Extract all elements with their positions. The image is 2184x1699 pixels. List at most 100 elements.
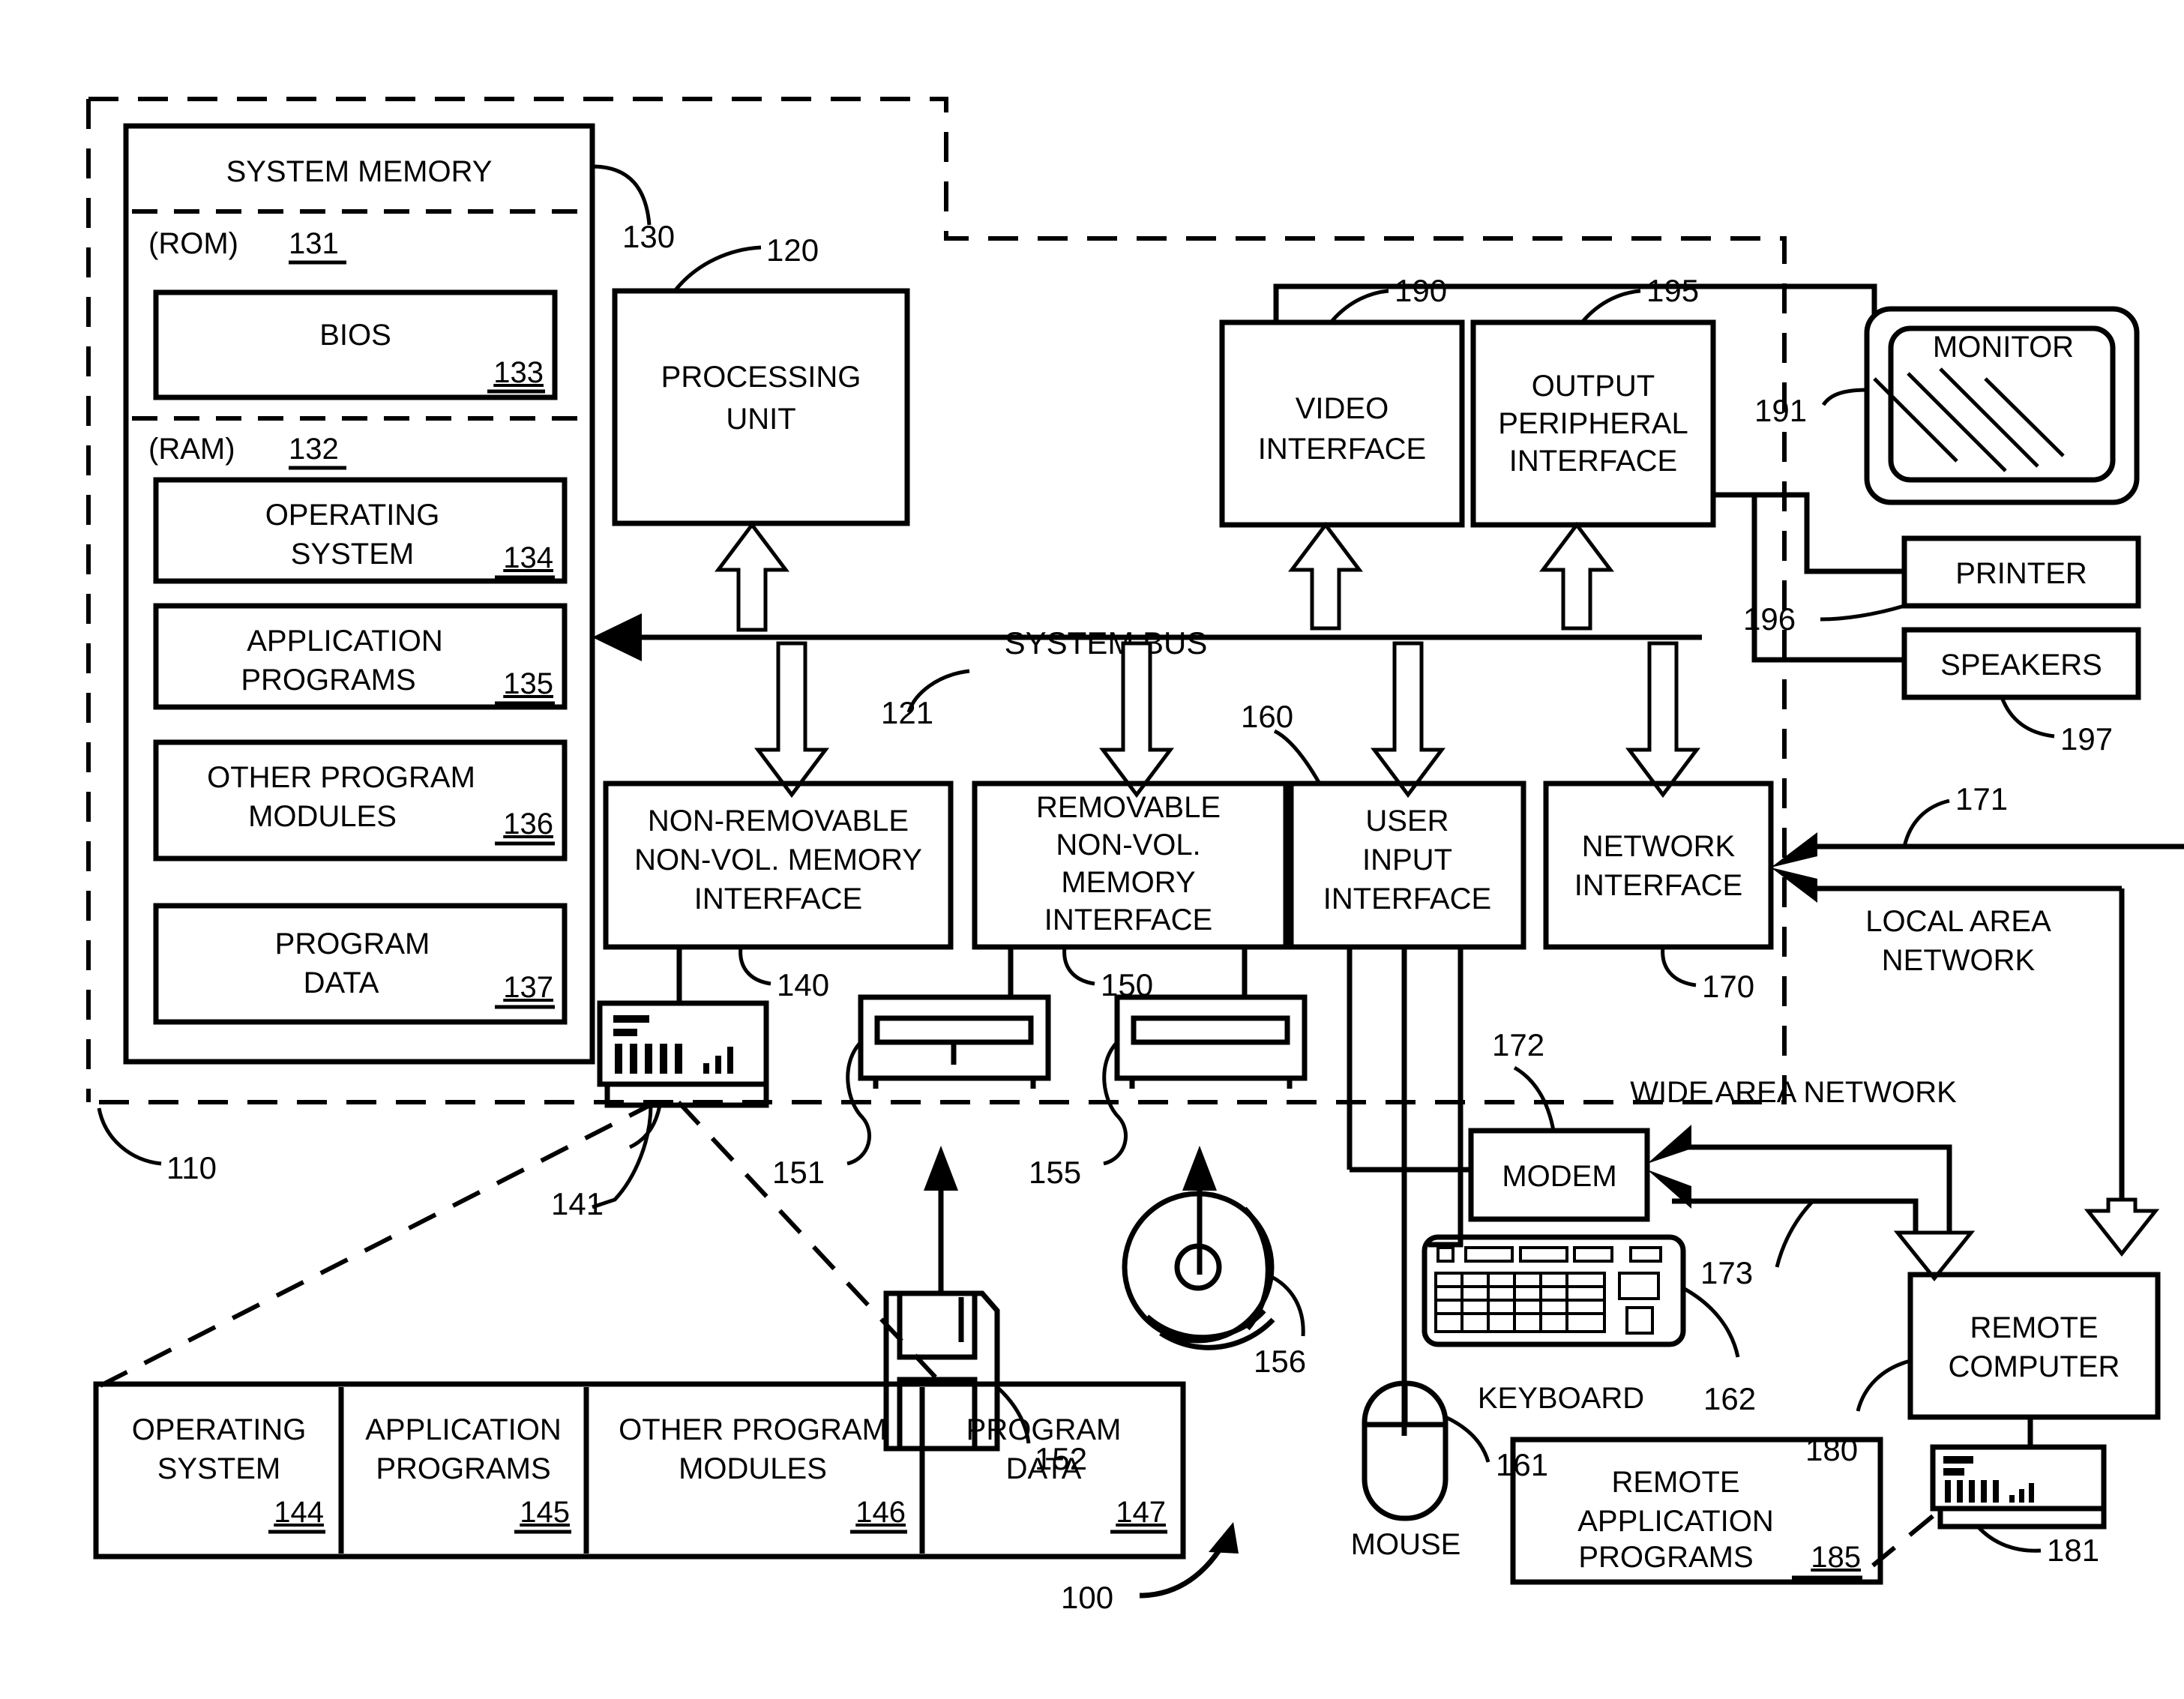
remote-computer-line1: REMOTE — [1970, 1311, 2098, 1344]
video-interface-line2: INTERFACE — [1258, 433, 1426, 466]
processing-unit-line2: UNIT — [726, 403, 795, 436]
ref-140: 140 — [777, 967, 829, 1002]
keyboard-icon — [1422, 1234, 1686, 1347]
output-peripheral-line1: OUTPUT — [1532, 370, 1655, 403]
keyboard-fkeys-3 — [1573, 1246, 1613, 1263]
ram-ref: 132 — [289, 433, 339, 466]
keyboard-fkeys-4 — [1629, 1246, 1662, 1263]
optical-drive-body — [1114, 994, 1308, 1081]
storage-col-ref-1: 145 — [520, 1496, 570, 1529]
hard-drive-meter-2 — [715, 1056, 721, 1074]
ref-155: 155 — [1029, 1155, 1081, 1190]
optical-drive-slot — [1131, 1015, 1290, 1045]
ref-130: 130 — [622, 219, 675, 254]
processing-unit-line1: PROCESSING — [661, 361, 861, 394]
ref-173: 173 — [1700, 1255, 1753, 1290]
bus-to-processing-unit-arrow — [715, 521, 789, 632]
wan-label: WIDE AREA NETWORK — [1630, 1076, 1957, 1109]
remote-storage-icon — [1930, 1444, 2107, 1530]
bus-to-network-arrow — [1625, 641, 1700, 799]
monitor-glare-1 — [1873, 377, 1958, 463]
monitor-label: MONITOR — [1933, 331, 2074, 364]
ref-162: 162 — [1703, 1381, 1756, 1416]
leader-170 — [1661, 946, 1697, 987]
lan-line2: NETWORK — [1882, 944, 2036, 977]
hard-drive-led-1 — [613, 1015, 649, 1023]
mouse-icon — [1362, 1380, 1449, 1521]
removable-line3: MEMORY — [1061, 866, 1195, 899]
bus-to-video-arrow — [1288, 521, 1363, 631]
storage-col-ref-3: 147 — [1116, 1496, 1166, 1529]
ref-120: 120 — [766, 232, 819, 268]
userinput-line2: INPUT — [1362, 844, 1452, 876]
memory-item-line1-2: OTHER PROGRAM — [207, 761, 475, 794]
remote-app-line3: PROGRAMS — [1578, 1541, 1753, 1574]
memory-item-ref-2: 136 — [503, 808, 553, 841]
memory-item-ref-0: 134 — [503, 541, 553, 574]
leader-196 — [1820, 604, 1905, 622]
floppy-drive-slot — [874, 1015, 1034, 1045]
ref-141: 141 — [551, 1186, 604, 1221]
remote-storage-base — [1937, 1506, 2107, 1530]
remote-computer-box — [1907, 1272, 2161, 1420]
leader-162 — [1682, 1286, 1740, 1358]
leader-181 — [1976, 1525, 2042, 1553]
leader-110 — [97, 1107, 162, 1166]
ref-151: 151 — [772, 1155, 825, 1190]
system-bus-left-arrow — [592, 613, 642, 661]
ref-160: 160 — [1241, 699, 1293, 734]
storage-col-line2-3: DATA — [1006, 1452, 1082, 1485]
ref-100: 100 — [1061, 1580, 1113, 1615]
ref-181: 181 — [2047, 1533, 2099, 1568]
remote-app-line2: APPLICATION — [1577, 1505, 1774, 1538]
storage-col-line2-0: SYSTEM — [157, 1452, 280, 1485]
keyboard-key-grid — [1436, 1273, 1604, 1332]
ref-172: 172 — [1492, 1027, 1544, 1062]
patent-figure-page: SYSTEM MEMORY 130 (ROM) 131 BIOS 133 (RA… — [0, 0, 2184, 1699]
wan-line-upper — [1672, 1144, 1952, 1233]
userinput-line3: INTERFACE — [1323, 882, 1491, 915]
hard-drive-bar-5 — [675, 1044, 682, 1074]
floppy-drive-icon — [858, 994, 1051, 1089]
storage-col-line2-1: PROGRAMS — [376, 1452, 550, 1485]
remote-storage-led-2 — [1943, 1468, 1964, 1476]
ref-191: 191 — [1754, 393, 1807, 428]
wan-to-remote-arrow — [1893, 1230, 1976, 1281]
keyboard-fkeys-1 — [1464, 1246, 1514, 1263]
optical-insert-arrowhead — [1182, 1146, 1217, 1191]
bus-to-userinput-arrow — [1371, 641, 1446, 799]
system-memory-title: SYSTEM MEMORY — [226, 155, 493, 188]
removable-line1: REMOVABLE — [1036, 791, 1221, 824]
leader-150 — [1062, 946, 1095, 986]
ref-156: 156 — [1254, 1344, 1306, 1379]
leader-191 — [1821, 388, 1868, 406]
leader-156 — [1266, 1272, 1305, 1337]
memory-item-line2-2: MODULES — [248, 800, 397, 833]
userinput-to-keyboard-line — [1428, 947, 1463, 1248]
lan-arrowhead-lower — [1771, 867, 1817, 903]
memory-item-line1-1: APPLICATION — [247, 625, 443, 658]
ref-196: 196 — [1743, 601, 1796, 637]
hard-drive-meter-3 — [727, 1047, 733, 1074]
system-memory-box — [123, 123, 595, 1065]
lan-line1: LOCAL AREA — [1865, 905, 2051, 938]
remote-computer-line2: COMPUTER — [1949, 1350, 2120, 1383]
hard-drive-bar-2 — [630, 1044, 637, 1074]
floppy-disk-label — [897, 1377, 978, 1452]
wan-arrowhead-upper — [1647, 1125, 1691, 1164]
memory-item-line1-0: OPERATING — [265, 499, 440, 532]
floppy-drive-body — [858, 994, 1051, 1081]
leader-195 — [1580, 289, 1641, 324]
keyboard-numpad-top — [1618, 1272, 1660, 1300]
bus-to-removable-arrow — [1099, 641, 1174, 799]
remote-app-ref: 185 — [1811, 1541, 1861, 1574]
storage-col-ref-2: 146 — [855, 1496, 906, 1529]
keyboard-esc-key — [1437, 1246, 1455, 1263]
memory-item-line2-1: PROGRAMS — [241, 664, 415, 697]
network-line2: INTERFACE — [1574, 869, 1742, 902]
ref-195: 195 — [1646, 273, 1699, 308]
storage-col-line1-0: OPERATING — [132, 1413, 307, 1446]
hard-drive-bar-1 — [615, 1044, 622, 1074]
hard-drive-led-2 — [613, 1029, 637, 1036]
memory-item-line1-3: PROGRAM — [275, 927, 430, 960]
